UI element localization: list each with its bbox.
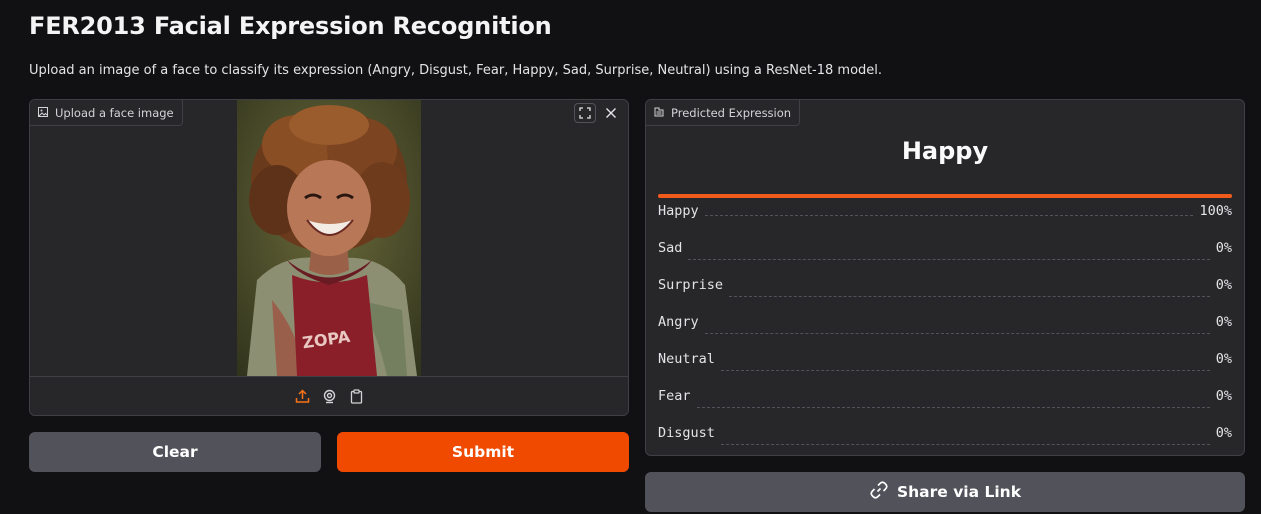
leader-dots — [688, 259, 1210, 260]
confidence-label: Sad — [658, 240, 683, 256]
confidence-label: Fear — [658, 388, 691, 404]
confidence-label: Happy — [658, 203, 699, 219]
input-label: Upload a face image — [55, 105, 174, 120]
confidence-label: Disgust — [658, 425, 715, 441]
confidence-value: 0% — [1215, 314, 1232, 330]
link-icon — [869, 480, 889, 504]
uploaded-face-image: ZOPA — [237, 100, 421, 376]
clear-button[interactable]: Clear — [29, 432, 321, 472]
prediction-output-panel: Predicted Expression Happy Happy 100% Sad 0… — [645, 99, 1245, 456]
confidence-value: 0% — [1215, 351, 1232, 367]
fullscreen-icon[interactable] — [574, 103, 596, 123]
upload-icon[interactable] — [295, 389, 310, 404]
confidence-row: Surprise 0% — [658, 257, 1232, 297]
confidence-row: Neutral 0% — [658, 331, 1232, 371]
predicted-expression: Happy — [901, 137, 989, 165]
confidence-label: Angry — [658, 314, 699, 330]
confidence-row: Disgust 0% — [658, 405, 1232, 445]
input-label-tag: Upload a face image — [30, 100, 183, 126]
output-label-tag: Predicted Expression — [646, 100, 801, 126]
image-input-panel[interactable]: ZOPA Upload a face image — [29, 99, 629, 416]
output-label: Predicted Expression — [671, 105, 792, 120]
webcam-icon[interactable] — [322, 389, 337, 404]
leader-dots — [720, 370, 1210, 371]
share-button-label: Share via Link — [896, 483, 1021, 501]
confidence-value: 0% — [1215, 388, 1232, 404]
confidence-list: Happy 100% Sad 0% Surprise 0% Angry 0% Neutral 0%… — [658, 202, 1232, 445]
confidence-bar-fill — [658, 194, 1232, 198]
image-preview-area[interactable]: ZOPA — [30, 100, 628, 376]
confidence-label: Neutral — [658, 351, 715, 367]
confidence-label: Surprise — [658, 277, 724, 293]
confidence-value: 0% — [1215, 277, 1232, 293]
confidence-row: Sad 0% — [658, 220, 1232, 260]
share-via-link-button[interactable]: Share via Link — [645, 472, 1245, 512]
confidence-bar — [658, 194, 1232, 198]
page-title: FER2013 Facial Expression Recognition — [29, 12, 552, 40]
submit-button[interactable]: Submit — [337, 432, 629, 472]
label-icon — [654, 106, 664, 120]
image-icon — [38, 106, 48, 120]
confidence-value: 100% — [1199, 203, 1232, 219]
close-icon[interactable] — [600, 103, 622, 123]
leader-dots — [704, 333, 1210, 334]
confidence-row: Happy 100% — [658, 202, 1232, 220]
confidence-row: Fear 0% — [658, 368, 1232, 408]
clipboard-icon[interactable] — [349, 389, 364, 404]
page-description: Upload an image of a face to classify it… — [29, 63, 883, 78]
leader-dots — [729, 296, 1210, 297]
source-selector — [30, 376, 628, 415]
confidence-value: 0% — [1215, 240, 1232, 256]
leader-dots — [696, 407, 1210, 408]
confidence-row: Angry 0% — [658, 294, 1232, 334]
leader-dots — [704, 214, 1194, 216]
confidence-value: 0% — [1215, 425, 1232, 441]
leader-dots — [720, 444, 1210, 445]
